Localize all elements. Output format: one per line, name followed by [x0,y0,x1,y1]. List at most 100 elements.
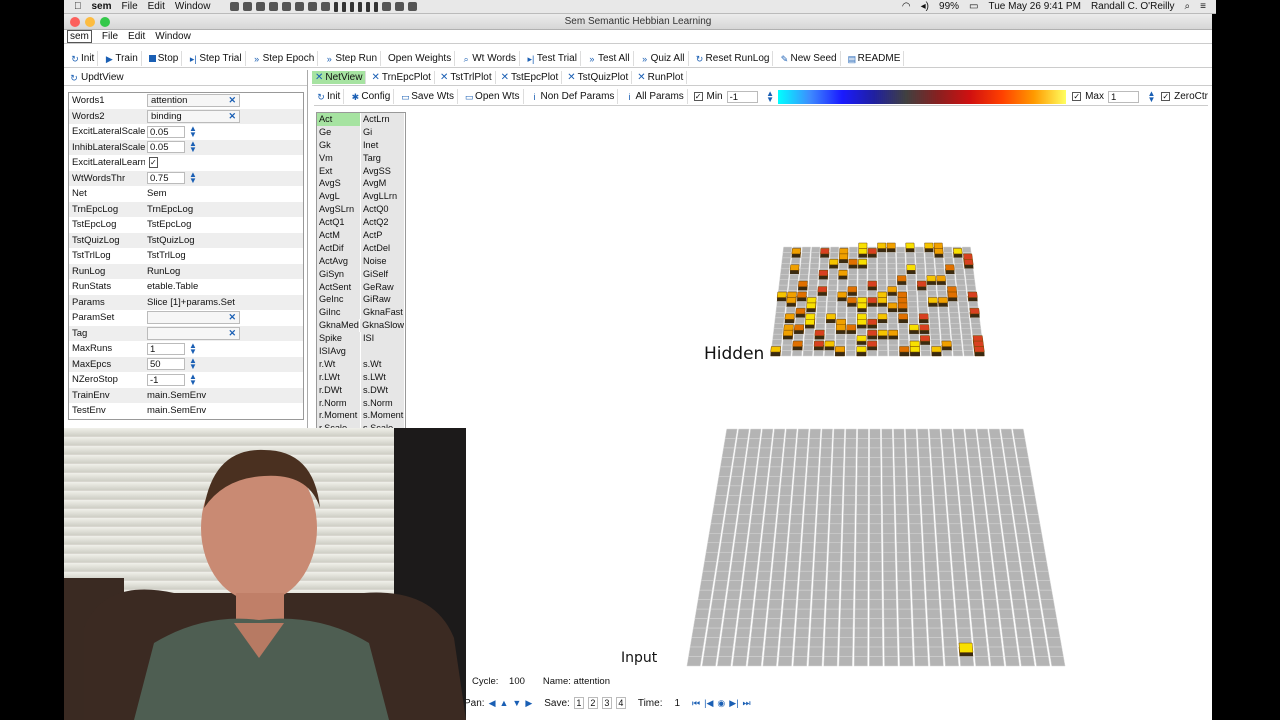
unit[interactable] [807,447,820,458]
unit[interactable] [932,476,945,487]
unit[interactable] [989,438,1003,449]
unit[interactable] [854,599,868,610]
unit[interactable] [948,301,959,308]
hidden-layer-grid[interactable] [770,242,985,357]
unit[interactable] [770,447,784,458]
unit[interactable] [909,542,923,553]
unit[interactable] [1042,608,1058,619]
unit[interactable] [857,290,867,297]
unit[interactable] [995,476,1009,487]
unit[interactable] [916,274,926,280]
tray-icon[interactable] [230,2,240,11]
max-value-field[interactable]: 1 [1108,90,1140,103]
unit[interactable] [747,533,762,544]
unit[interactable] [1020,476,1034,487]
unit[interactable] [917,438,930,449]
unit[interactable] [830,504,843,515]
unit[interactable] [787,542,801,553]
unit[interactable] [877,339,888,346]
unit[interactable] [951,339,963,346]
unit[interactable] [1002,533,1017,544]
var-button[interactable]: Inet [361,138,404,152]
unit[interactable] [931,466,944,477]
min-spinner[interactable]: ▲ ▼ [766,89,774,103]
unit[interactable] [963,350,974,357]
unit[interactable] [940,333,951,340]
unit[interactable] [763,514,777,525]
unit[interactable] [869,570,883,581]
unit[interactable] [952,350,964,357]
var-button[interactable]: r.Norm [317,396,360,410]
unit[interactable] [1000,618,1015,629]
tray-icon[interactable] [321,2,331,11]
unit[interactable] [887,274,897,280]
unit[interactable] [835,333,846,340]
unit[interactable] [956,466,970,477]
unit[interactable] [896,533,909,544]
unit[interactable] [714,570,730,581]
field-number-input[interactable]: -1 [147,373,185,386]
unit[interactable] [794,317,806,324]
updtview-button[interactable]: ↻ UpdtView [64,70,307,86]
unit[interactable] [896,257,906,264]
unit[interactable] [760,428,774,439]
unit[interactable] [758,447,772,458]
var-button[interactable]: ActM [317,229,360,242]
unit[interactable] [732,457,746,468]
unit[interactable] [907,485,920,496]
unit[interactable] [907,476,920,487]
unit[interactable] [762,656,778,667]
unit[interactable] [731,466,745,477]
unit[interactable] [908,504,921,515]
field-value[interactable]: Sem [145,188,167,199]
unit[interactable] [927,618,942,629]
unit[interactable] [728,570,744,581]
unit[interactable] [917,428,929,439]
unit[interactable] [780,268,790,275]
unit[interactable] [813,570,827,581]
unit[interactable] [790,504,804,515]
unit[interactable] [920,485,933,496]
unit[interactable] [948,523,962,534]
unit[interactable] [962,344,974,351]
unit[interactable] [763,646,779,657]
unit[interactable] [971,627,987,638]
unit[interactable] [779,274,790,280]
unit[interactable] [782,599,797,610]
unit[interactable] [856,466,869,477]
unit[interactable] [925,589,940,600]
unit[interactable] [887,317,898,324]
unit[interactable] [837,284,848,291]
unit[interactable] [1002,438,1015,449]
unit[interactable] [867,257,877,264]
unit[interactable] [823,646,838,657]
unit[interactable] [877,323,888,329]
field-number-input[interactable]: 0.05 [147,141,185,154]
unit[interactable] [941,608,956,619]
var-button[interactable]: s.Moment [361,409,404,423]
unit[interactable] [781,618,796,629]
unit[interactable] [993,561,1007,572]
unit[interactable] [855,533,869,544]
unit[interactable] [803,339,814,346]
unit[interactable] [913,637,928,648]
unit[interactable] [810,252,820,259]
unit[interactable] [838,279,848,286]
unit[interactable] [869,637,883,648]
unit[interactable] [917,301,928,308]
unit[interactable] [912,618,927,629]
unit[interactable] [839,627,854,638]
unit[interactable] [894,466,907,477]
unit[interactable] [961,328,972,335]
unit[interactable] [1043,618,1059,629]
var-button[interactable]: AvgSS [361,164,404,178]
unit[interactable] [1002,637,1018,648]
unit[interactable] [923,551,937,562]
unit[interactable] [939,580,953,591]
unit[interactable] [867,263,877,270]
unit[interactable] [696,599,711,610]
unit[interactable] [721,447,735,458]
unit[interactable] [800,257,811,264]
unit[interactable] [756,466,769,477]
clear-icon[interactable]: ✕ [228,111,236,122]
